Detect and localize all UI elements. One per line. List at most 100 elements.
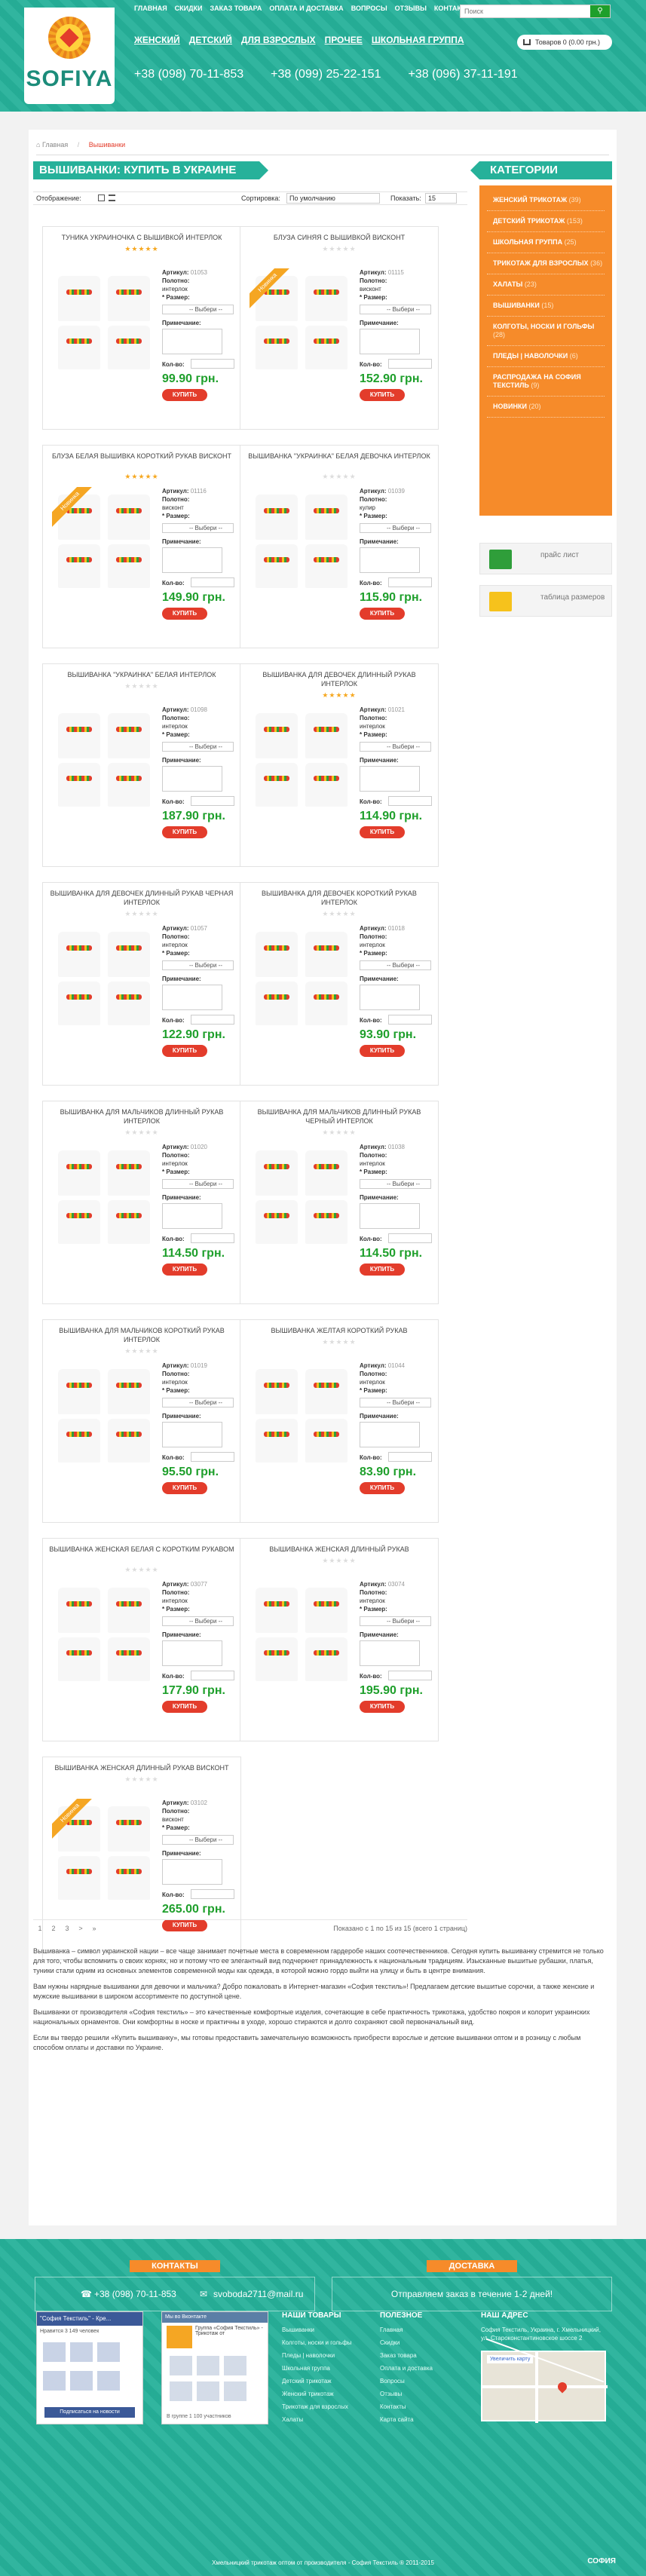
note-textarea[interactable] <box>162 766 222 792</box>
avatar[interactable] <box>43 2342 66 2362</box>
vk-widget-header[interactable]: Мы во Вконтакте <box>162 2312 268 2323</box>
quantity-input[interactable] <box>388 1015 432 1025</box>
category-item[interactable]: ХАЛАТЫ (23) <box>487 274 605 296</box>
top-nav-item[interactable]: ВОПРОСЫ <box>351 5 387 12</box>
product-title[interactable]: ВЫШИВАНКА ДЛЯ ДЕВОЧЕК ДЛИННЫЙ РУКАВ ИНТЕ… <box>245 670 433 688</box>
footer-link[interactable]: Детский трикотаж <box>282 2377 365 2385</box>
avatar[interactable] <box>224 2356 246 2375</box>
size-select[interactable]: -- Выбери -- <box>360 1179 431 1189</box>
product-image[interactable] <box>52 1143 156 1247</box>
quantity-input[interactable] <box>191 796 234 806</box>
search-icon[interactable]: ⚲ <box>590 5 610 17</box>
size-select[interactable]: -- Выбери -- <box>360 742 431 752</box>
footer-link[interactable]: Женский трикотаж <box>282 2390 365 2398</box>
note-textarea[interactable] <box>360 1422 420 1447</box>
note-textarea[interactable] <box>162 1859 222 1885</box>
product-image[interactable] <box>250 1143 354 1247</box>
quantity-input[interactable] <box>388 1233 432 1243</box>
home-icon[interactable]: ⌂ <box>36 141 40 149</box>
product-title[interactable]: БЛУЗА СИНЯЯ С ВЫШИВКОЙ ВИСКОНТ <box>245 233 433 242</box>
buy-button[interactable]: КУПИТЬ <box>162 1263 207 1276</box>
product-image[interactable] <box>52 1580 156 1684</box>
map-enlarge-button[interactable]: Увеличить карту <box>487 2355 534 2363</box>
top-nav-item[interactable]: ГЛАВНАЯ <box>134 5 167 12</box>
quantity-input[interactable] <box>191 1452 234 1462</box>
footer-link[interactable]: Вышиванки <box>282 2326 365 2334</box>
size-select[interactable]: -- Выбери -- <box>162 1179 234 1189</box>
product-title[interactable]: ВЫШИВАНКА ЖЕЛТАЯ КОРОТКИЙ РУКАВ <box>245 1326 433 1335</box>
product-card[interactable]: ВЫШИВАНКА ДЛЯ ДЕВОЧЕК ДЛИННЫЙ РУКАВ ЧЕРН… <box>42 882 241 1086</box>
note-textarea[interactable] <box>162 985 222 1010</box>
avatar[interactable] <box>170 2381 192 2401</box>
quantity-input[interactable] <box>191 1671 234 1680</box>
top-nav-item[interactable]: ОПЛАТА И ДОСТАВКА <box>269 5 343 12</box>
product-image[interactable] <box>250 924 354 1028</box>
note-textarea[interactable] <box>162 547 222 573</box>
grid-view-icon[interactable] <box>98 195 105 201</box>
breadcrumb-current[interactable]: Вышиванки <box>89 141 125 149</box>
phone-number[interactable]: +38 (096) 37-11-191 <box>408 68 517 81</box>
product-image[interactable] <box>250 1580 354 1684</box>
product-title[interactable]: ВЫШИВАНКА "УКРАИНКА" БЕЛАЯ ДЕВОЧКА ИНТЕР… <box>245 452 433 461</box>
footer-email[interactable]: svoboda2711@mail.ru <box>213 2277 303 2311</box>
category-item[interactable]: НОВИНКИ (20) <box>487 397 605 418</box>
breadcrumb-home[interactable]: Главная <box>42 141 68 149</box>
size-select[interactable]: -- Выбери -- <box>162 1616 234 1626</box>
size-select[interactable]: -- Выбери -- <box>360 305 431 314</box>
note-textarea[interactable] <box>162 329 222 354</box>
product-card[interactable]: БЛУЗА БЕЛАЯ ВЫШИВКА КОРОТКИЙ РУКАВ ВИСКО… <box>42 445 241 648</box>
product-card[interactable]: ВЫШИВАНКА ЖЕЛТАЯ КОРОТКИЙ РУКАВ ★★★★★ Арти… <box>240 1319 439 1523</box>
page-link[interactable]: 2 <box>47 1920 60 1937</box>
footer-phone[interactable]: +38 (098) 70-11-853 <box>94 2277 176 2311</box>
size-select[interactable]: -- Выбери -- <box>162 523 234 533</box>
note-textarea[interactable] <box>360 1640 420 1666</box>
product-image[interactable] <box>52 924 156 1028</box>
size-table-link[interactable]: таблица размеров <box>479 585 612 617</box>
product-image[interactable] <box>52 268 156 372</box>
buy-button[interactable]: КУПИТЬ <box>360 826 405 838</box>
size-select[interactable]: -- Выбери -- <box>162 1835 234 1845</box>
facebook-widget-header[interactable]: "София Текстиль" - Кре... <box>37 2312 142 2326</box>
page-link[interactable]: 1 <box>33 1920 47 1937</box>
buy-button[interactable]: КУПИТЬ <box>162 826 207 838</box>
avatar[interactable] <box>97 2342 120 2362</box>
product-title[interactable]: ВЫШИВАНКА ЖЕНСКАЯ ДЛИННЫЙ РУКАВ ВИСКОНТ <box>47 1763 236 1772</box>
footer-link[interactable]: Школьная группа <box>282 2364 365 2372</box>
product-image[interactable] <box>52 706 156 810</box>
quantity-input[interactable] <box>191 1015 234 1025</box>
category-item[interactable]: ШКОЛЬНАЯ ГРУППА (25) <box>487 232 605 253</box>
product-card[interactable]: ВЫШИВАНКА ДЛЯ МАЛЬЧИКОВ ДЛИННЫЙ РУКАВ ЧЕ… <box>240 1101 439 1304</box>
buy-button[interactable]: КУПИТЬ <box>360 1045 405 1057</box>
phone-number[interactable]: +38 (098) 70-11-853 <box>134 68 243 81</box>
buy-button[interactable]: КУПИТЬ <box>360 1701 405 1713</box>
footer-link[interactable]: Карта сайта <box>380 2415 463 2424</box>
main-nav-item[interactable]: ПРОЧЕЕ <box>325 35 363 45</box>
footer-link[interactable]: Отзывы <box>380 2390 463 2398</box>
product-title[interactable]: ВЫШИВАНКА ДЛЯ МАЛЬЧИКОВ ДЛИННЫЙ РУКАВ ЧЕ… <box>245 1107 433 1126</box>
footer-link[interactable]: Скидки <box>380 2339 463 2347</box>
size-select[interactable]: -- Выбери -- <box>360 960 431 970</box>
phone-number[interactable]: +38 (099) 25-22-151 <box>271 68 381 81</box>
category-item[interactable]: ДЕТСКИЙ ТРИКОТАЖ (153) <box>487 211 605 232</box>
category-item[interactable]: КОЛГОТЫ, НОСКИ И ГОЛЬФЫ (28) <box>487 317 605 346</box>
footer-link[interactable]: Трикотаж для взрослых <box>282 2403 365 2411</box>
product-image[interactable] <box>250 706 354 810</box>
quantity-input[interactable] <box>388 359 432 369</box>
buy-button[interactable]: КУПИТЬ <box>162 1701 207 1713</box>
category-item[interactable]: ТРИКОТАЖ ДЛЯ ВЗРОСЛЫХ (36) <box>487 253 605 274</box>
avatar[interactable] <box>97 2371 120 2391</box>
avatar[interactable] <box>70 2371 93 2391</box>
top-nav-item[interactable]: ОТЗЫВЫ <box>395 5 427 12</box>
buy-button[interactable]: КУПИТЬ <box>162 1045 207 1057</box>
main-nav-item[interactable]: ШКОЛЬНАЯ ГРУППА <box>372 35 464 45</box>
footer-link[interactable]: Пледы | наволочки <box>282 2351 365 2360</box>
size-select[interactable]: -- Выбери -- <box>360 1398 431 1407</box>
avatar[interactable] <box>70 2342 93 2362</box>
size-select[interactable]: -- Выбери -- <box>162 1398 234 1407</box>
product-card[interactable]: ВЫШИВАНКА "УКРАИНКА" БЕЛАЯ ДЕВОЧКА ИНТЕР… <box>240 445 439 648</box>
top-nav-item[interactable]: СКИДКИ <box>175 5 203 12</box>
footer-link[interactable]: Контакты <box>380 2403 463 2411</box>
product-image[interactable]: Новинка <box>52 487 156 591</box>
note-textarea[interactable] <box>360 766 420 792</box>
main-nav-item[interactable]: ДЛЯ ВЗРОСЛЫХ <box>241 35 316 45</box>
